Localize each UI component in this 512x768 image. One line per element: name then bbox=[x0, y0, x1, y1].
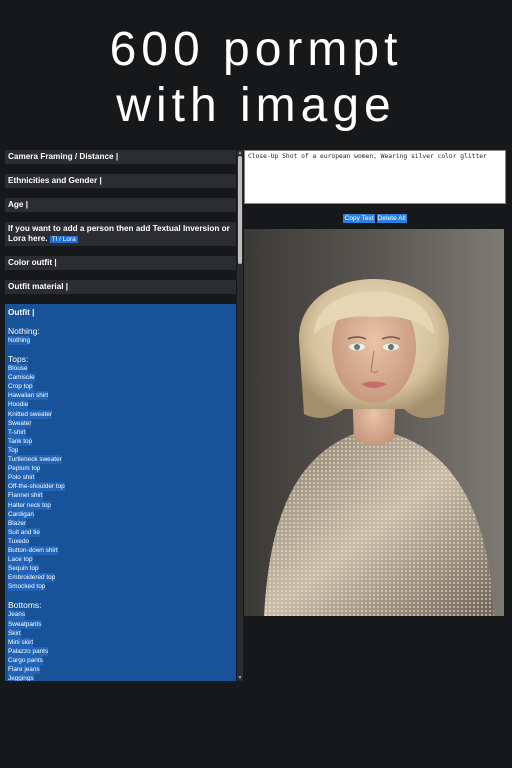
outfit-option[interactable]: Tuxedo bbox=[8, 536, 30, 546]
section-label: Camera Framing / Distance | bbox=[8, 152, 119, 161]
title-line-1: 600 pormpt bbox=[109, 23, 403, 76]
group-label-bottoms: Bottoms: bbox=[8, 600, 42, 611]
outfit-option[interactable]: Jeggings bbox=[8, 674, 34, 681]
scroll-down-icon[interactable]: ▼ bbox=[237, 675, 243, 681]
outfit-option[interactable]: Peplum top bbox=[8, 464, 41, 474]
page-title: 600 pormpt with image bbox=[0, 22, 512, 134]
nothing-options: Nothing bbox=[8, 336, 233, 346]
bottoms-options: Jeans Sweatpants Skirt Mini skirt Palazzo pa… bbox=[8, 610, 233, 681]
outfit-option[interactable]: Sweatpants bbox=[8, 619, 42, 629]
outfit-option[interactable]: Cardigan bbox=[8, 509, 34, 519]
generated-image bbox=[244, 229, 504, 616]
outfit-option[interactable]: Hoodie bbox=[8, 400, 29, 410]
outfit-option[interactable]: Sequin top bbox=[8, 564, 39, 574]
outfit-option[interactable]: Smocked top bbox=[8, 582, 46, 592]
outfit-option[interactable]: Halter neck top bbox=[8, 500, 51, 510]
section-camera-framing[interactable]: Camera Framing / Distance | bbox=[5, 150, 236, 164]
outfit-option[interactable]: Blazer bbox=[8, 518, 27, 528]
outfit-option[interactable]: Cargo pants bbox=[8, 655, 43, 665]
outfit-option[interactable]: Flare jeans bbox=[8, 665, 40, 675]
section-label: Lora here. bbox=[8, 234, 48, 243]
section-label: Age | bbox=[8, 200, 29, 209]
outfit-option[interactable]: Turtleneck sweater bbox=[8, 455, 62, 465]
outfit-option[interactable]: T-shirt bbox=[8, 427, 26, 437]
copy-text-button[interactable]: Copy Text bbox=[343, 214, 375, 223]
section-ethnicity[interactable]: Ethnicities and Gender | bbox=[5, 174, 236, 188]
section-outfit[interactable]: Outfit | Nothing: Nothing Tops: Blouse Ca… bbox=[5, 304, 236, 681]
outfit-option[interactable]: Mini skirt bbox=[8, 637, 34, 647]
outfit-option[interactable]: Button-down shirt bbox=[8, 545, 58, 556]
section-label: If you want to add a person then add Tex… bbox=[8, 224, 230, 233]
outfit-option[interactable]: Skirt bbox=[8, 628, 21, 638]
scrollbar-thumb[interactable] bbox=[238, 156, 242, 264]
outfit-option[interactable]: Knitted sweater bbox=[8, 409, 53, 419]
outfit-option[interactable]: Flannel shirt bbox=[8, 491, 43, 501]
delete-all-button[interactable]: Delete All bbox=[376, 214, 407, 223]
prompt-textarea[interactable]: Close-Up Shot of a european women, Weari… bbox=[244, 150, 506, 204]
outfit-option[interactable]: Off-the-shoulder top bbox=[8, 482, 65, 492]
prompt-text: Close-Up Shot of a european women, Weari… bbox=[248, 153, 487, 160]
outfit-option[interactable]: Tank top bbox=[8, 436, 33, 446]
options-panel[interactable]: Camera Framing / Distance | Ethnicities … bbox=[5, 150, 243, 681]
outfit-option[interactable]: Camisole bbox=[8, 373, 35, 383]
group-label-tops: Tops: bbox=[8, 354, 29, 365]
outfit-option[interactable]: Crop top bbox=[8, 382, 33, 392]
action-buttons: Copy Text Delete All bbox=[244, 214, 506, 223]
section-label: Ethnicities and Gender | bbox=[8, 176, 102, 185]
options-scrollbar[interactable]: ▲ ▼ bbox=[237, 150, 243, 681]
portrait-illustration bbox=[244, 229, 504, 616]
outfit-header: Outfit | bbox=[8, 308, 35, 317]
outfit-option[interactable]: Palazzo pants bbox=[8, 646, 49, 656]
outfit-option[interactable]: Top bbox=[8, 445, 19, 456]
section-label: Color outfit | bbox=[8, 258, 57, 267]
outfit-option[interactable]: Hawaiian shirt bbox=[8, 391, 49, 401]
options-list: Camera Framing / Distance | Ethnicities … bbox=[5, 150, 236, 681]
section-age[interactable]: Age | bbox=[5, 198, 236, 212]
section-color-outfit[interactable]: Color outfit | bbox=[5, 256, 236, 270]
outfit-option[interactable]: Embroidered top bbox=[8, 573, 56, 583]
outfit-option[interactable]: Sweater bbox=[8, 418, 32, 428]
outfit-option[interactable]: Blouse bbox=[8, 364, 28, 374]
ti-lora-tag[interactable]: TI / Lora bbox=[49, 236, 78, 243]
outfit-option[interactable]: Nothing bbox=[8, 336, 31, 346]
section-person[interactable]: If you want to add a person then add Tex… bbox=[5, 222, 236, 246]
section-label: Outfit material | bbox=[8, 282, 69, 291]
title-line-2: with image bbox=[116, 79, 396, 132]
group-label-nothing: Nothing: bbox=[8, 326, 40, 336]
tops-options: Blouse Camisole Crop top Hawaiian shirt Hood… bbox=[8, 364, 233, 592]
outfit-option[interactable]: Polo shirt bbox=[8, 473, 35, 483]
outfit-option[interactable]: Lace top bbox=[8, 555, 33, 565]
outfit-option[interactable]: Jeans bbox=[8, 610, 26, 620]
outfit-option[interactable]: Suit and tie bbox=[8, 527, 40, 537]
section-outfit-material[interactable]: Outfit material | bbox=[5, 280, 236, 294]
